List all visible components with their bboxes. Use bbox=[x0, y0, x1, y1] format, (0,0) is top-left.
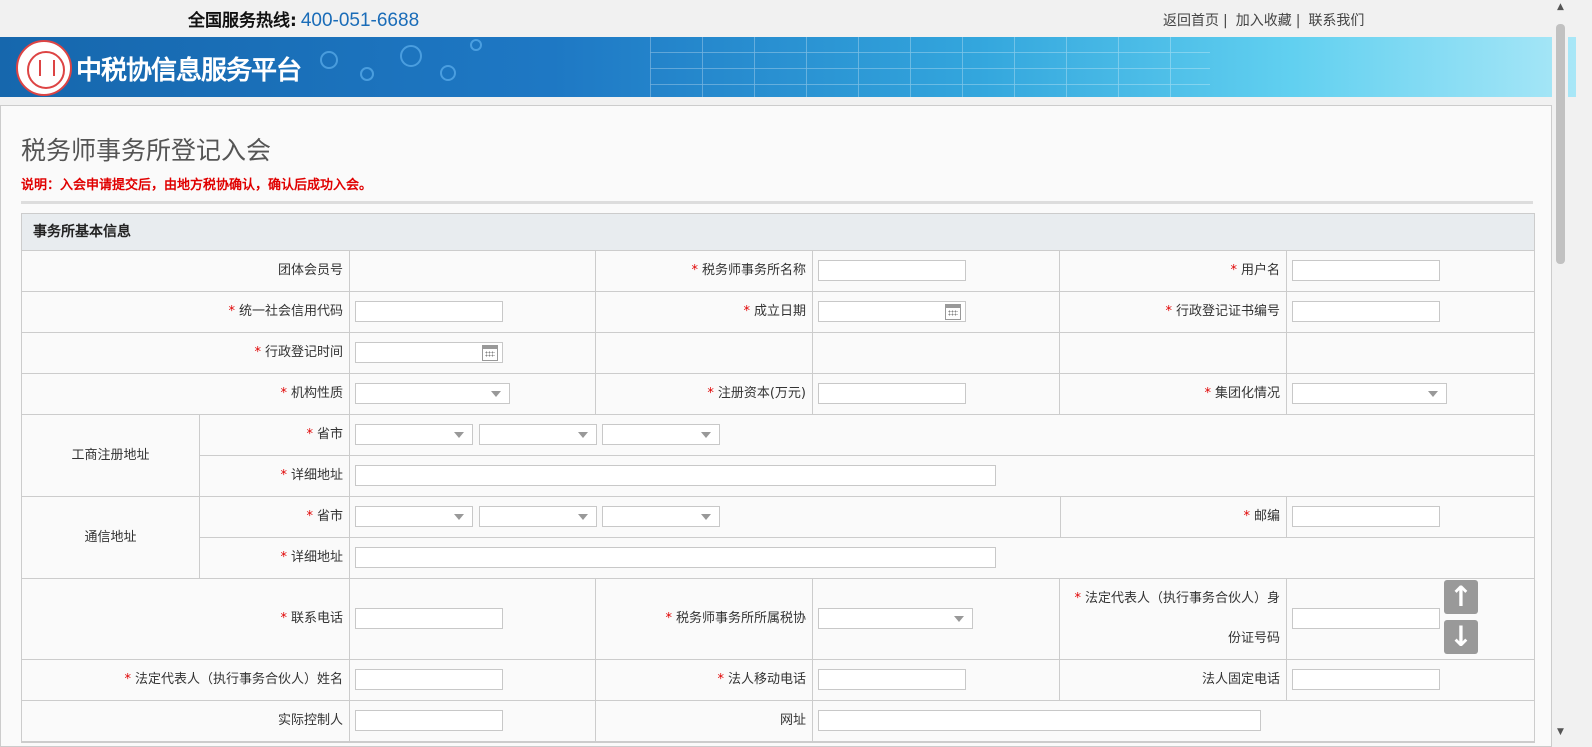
mail-district-select[interactable] bbox=[602, 506, 720, 527]
admin-reg-time-label: * 行政登记时间 bbox=[22, 333, 350, 373]
logo-seal-icon bbox=[16, 40, 72, 96]
form-row: * 行政登记时间 bbox=[22, 333, 1534, 374]
mail-detail-label: * 详细地址 bbox=[200, 538, 350, 578]
phone-input[interactable] bbox=[355, 608, 503, 629]
main-panel: 税务师事务所登记入会 说明：入会申请提交后，由地方税协确认，确认后成功入会。 事… bbox=[0, 105, 1552, 747]
scroll-up-button[interactable]: ↑ bbox=[1444, 580, 1478, 614]
controller-input[interactable] bbox=[355, 710, 503, 731]
banner-bubble bbox=[360, 67, 374, 81]
biz-district-select[interactable] bbox=[602, 424, 720, 445]
firm-name-label: * 税务师事务所名称 bbox=[596, 251, 813, 291]
phone-label: * 联系电话 bbox=[22, 579, 350, 659]
form-row: * 联系电话 * 税务师事务所所属税协 * 法定代表人（执行事务合伙人）身 份证号码 bbox=[22, 579, 1534, 660]
scroll-up-arrow-icon[interactable]: ▲ bbox=[1557, 2, 1564, 12]
legal-name-label: * 法定代表人（执行事务合伙人）姓名 bbox=[22, 660, 350, 700]
member-no-value bbox=[350, 251, 596, 291]
brand-name: 中税协信息服务平台 bbox=[76, 56, 302, 86]
firm-name-input[interactable] bbox=[818, 260, 966, 281]
tax-assoc-label: * 税务师事务所所属税协 bbox=[596, 579, 813, 659]
banner: 中税协信息服务平台 bbox=[0, 37, 1576, 97]
scroll-down-arrow-icon[interactable]: ▼ bbox=[1557, 727, 1564, 737]
biz-address-label: 工商注册地址 bbox=[22, 415, 200, 496]
legal-landline-label: 法人固定电话 bbox=[1060, 660, 1287, 700]
founded-date-label: * 成立日期 bbox=[596, 292, 813, 332]
divider bbox=[21, 201, 1533, 204]
banner-bubble bbox=[400, 45, 422, 67]
admin-cert-label: * 行政登记证书编号 bbox=[1060, 292, 1287, 332]
org-nature-label: * 机构性质 bbox=[22, 374, 350, 414]
biz-province-label: * 省市 bbox=[200, 415, 350, 455]
biz-detail-label: * 详细地址 bbox=[200, 456, 350, 496]
tax-assoc-select[interactable] bbox=[818, 608, 973, 629]
form-row: * 法定代表人（执行事务合伙人）姓名 * 法人移动电话 法人固定电话 bbox=[22, 660, 1534, 701]
legal-name-input[interactable] bbox=[355, 669, 503, 690]
admin-reg-time-input[interactable] bbox=[355, 342, 503, 363]
biz-province-select[interactable] bbox=[355, 424, 473, 445]
legal-mobile-input[interactable] bbox=[818, 669, 966, 690]
hotline: 全国服务热线: 400-051-6688 bbox=[188, 6, 419, 32]
scrollbar-thumb[interactable] bbox=[1556, 24, 1565, 264]
mail-city-select[interactable] bbox=[479, 506, 597, 527]
mail-detail-input[interactable] bbox=[355, 547, 996, 568]
website-label: 网址 bbox=[596, 701, 813, 741]
bookmark-link[interactable]: 加入收藏 bbox=[1236, 13, 1292, 29]
group-status-select[interactable] bbox=[1292, 383, 1447, 404]
legal-id-input[interactable] bbox=[1292, 608, 1440, 629]
admin-cert-input[interactable] bbox=[1292, 301, 1440, 322]
calendar-icon[interactable] bbox=[482, 345, 498, 361]
form-row: * 机构性质 * 注册资本(万元) * 集团化情况 bbox=[22, 374, 1534, 415]
group-status-label: * 集团化情况 bbox=[1060, 374, 1287, 414]
controller-label: 实际控制人 bbox=[22, 701, 350, 741]
reg-capital-label: * 注册资本(万元) bbox=[596, 374, 813, 414]
home-link[interactable]: 返回首页 bbox=[1163, 13, 1219, 29]
founded-date-input[interactable] bbox=[818, 301, 966, 322]
calendar-icon[interactable] bbox=[945, 304, 961, 320]
section-header: 事务所基本信息 bbox=[22, 214, 1534, 251]
hotline-number: 400-051-6688 bbox=[300, 10, 420, 31]
reg-capital-input[interactable] bbox=[818, 383, 966, 404]
banner-bubble bbox=[320, 51, 338, 69]
mail-address-block: 通信地址 * 省市 * 邮编 * 详细地址 bbox=[22, 497, 1534, 579]
biz-city-select[interactable] bbox=[479, 424, 597, 445]
biz-address-block: 工商注册地址 * 省市 * 详细地址 bbox=[22, 415, 1534, 497]
banner-bubble bbox=[440, 65, 456, 81]
member-no-label: 团体会员号 bbox=[22, 251, 350, 291]
page-note: 说明：入会申请提交后，由地方税协确认，确认后成功入会。 bbox=[21, 178, 373, 193]
registration-form: 事务所基本信息 团体会员号 * 税务师事务所名称 * 用户名 * 统一社会信用代码 *… bbox=[21, 213, 1535, 743]
legal-id-label: * 法定代表人（执行事务合伙人）身 份证号码 bbox=[1060, 579, 1287, 659]
form-row: * 统一社会信用代码 * 成立日期 * 行政登记证书编号 bbox=[22, 292, 1534, 333]
org-nature-select[interactable] bbox=[355, 383, 510, 404]
postcode-input[interactable] bbox=[1292, 506, 1440, 527]
biz-detail-input[interactable] bbox=[355, 465, 996, 486]
website-input[interactable] bbox=[818, 710, 1261, 731]
form-row: 团体会员号 * 税务师事务所名称 * 用户名 bbox=[22, 251, 1534, 292]
mail-address-label: 通信地址 bbox=[22, 497, 200, 578]
legal-landline-input[interactable] bbox=[1292, 669, 1440, 690]
top-links: 返回首页 | 加入收藏 | 联系我们 bbox=[1163, 13, 1365, 29]
mail-province-select[interactable] bbox=[355, 506, 473, 527]
username-input[interactable] bbox=[1292, 260, 1440, 281]
scroll-down-button[interactable]: ↓ bbox=[1444, 620, 1478, 654]
credit-code-input[interactable] bbox=[355, 301, 503, 322]
form-row: 实际控制人 网址 bbox=[22, 701, 1534, 742]
hotline-label: 全国服务热线: bbox=[188, 11, 297, 31]
page-title: 税务师事务所登记入会 bbox=[21, 136, 272, 165]
postcode-label: * 邮编 bbox=[1060, 497, 1287, 537]
banner-grid-decoration bbox=[650, 37, 1210, 97]
credit-code-label: * 统一社会信用代码 bbox=[22, 292, 350, 332]
top-bar: 全国服务热线: 400-051-6688 返回首页 | 加入收藏 | 联系我们 bbox=[0, 0, 1576, 37]
legal-mobile-label: * 法人移动电话 bbox=[596, 660, 813, 700]
contact-link[interactable]: 联系我们 bbox=[1308, 13, 1364, 29]
banner-bubble bbox=[470, 39, 482, 51]
username-label: * 用户名 bbox=[1060, 251, 1287, 291]
mail-province-label: * 省市 bbox=[200, 497, 350, 537]
